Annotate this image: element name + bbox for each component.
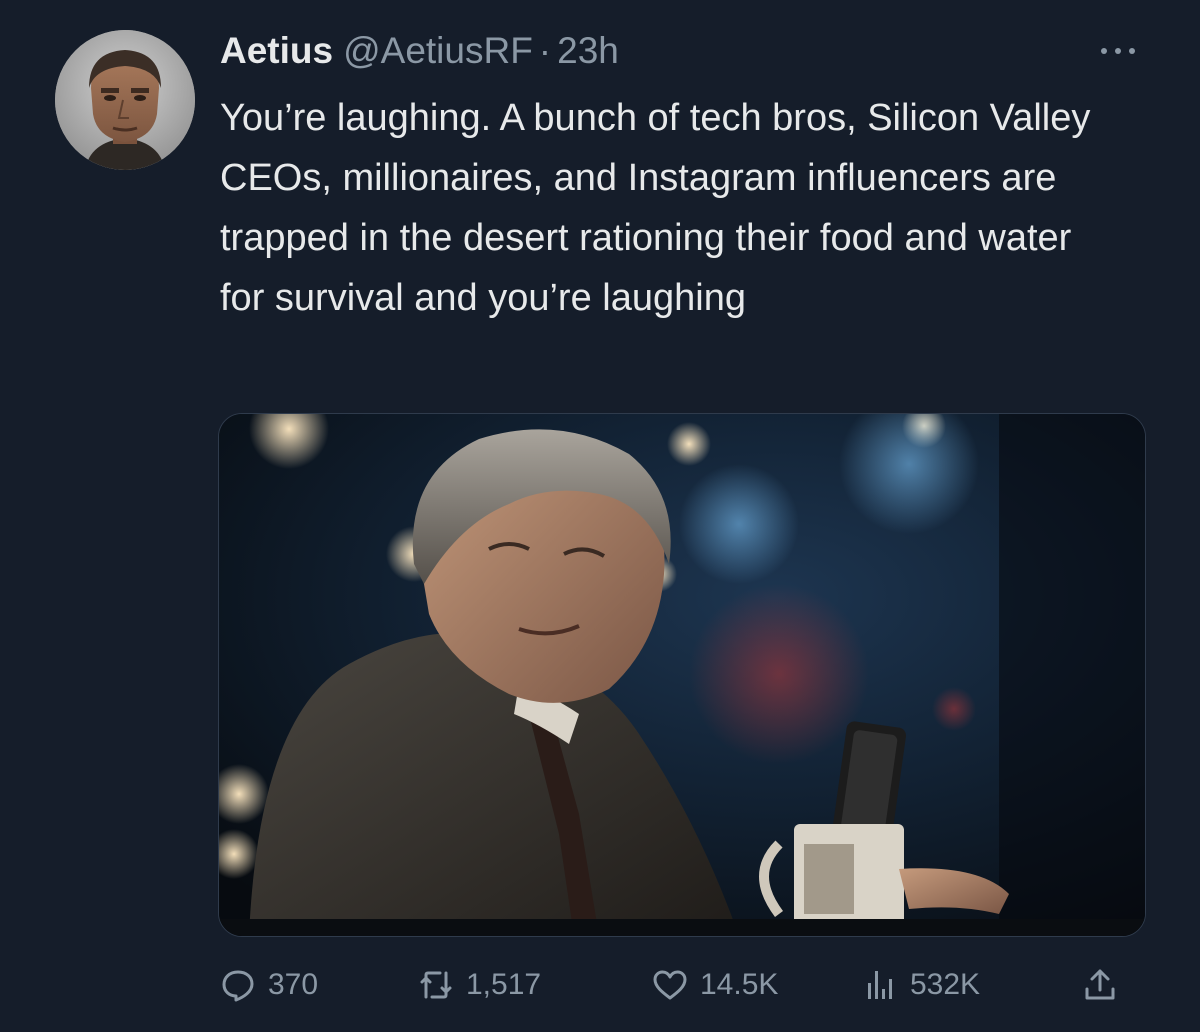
share-button[interactable] <box>1082 960 1118 1010</box>
header-separator: · <box>538 30 552 71</box>
tweet-actions: 370 1,517 14.5K 532K <box>220 960 1140 1010</box>
tweet-card: Aetius @AetiusRF · 23h You’re laughing. … <box>0 0 1200 1032</box>
view-count: 532K <box>910 968 981 1001</box>
share-icon <box>1085 969 1115 1000</box>
analytics-icon <box>868 971 892 999</box>
reply-button[interactable]: 370 <box>220 960 318 1010</box>
display-name[interactable]: Aetius <box>220 30 333 72</box>
retweet-button[interactable]: 1,517 <box>418 960 541 1010</box>
heart-icon <box>653 970 687 1000</box>
tweet-text: You’re laughing. A bunch of tech bros, S… <box>220 97 1091 319</box>
reply-count: 370 <box>268 968 319 1001</box>
reply-icon <box>222 970 254 1002</box>
media-photo <box>219 414 1145 936</box>
retweet-icon <box>420 971 452 999</box>
like-button[interactable]: 14.5K <box>652 960 778 1010</box>
tweet-timestamp[interactable]: 23h <box>557 30 619 72</box>
avatar-portrait-icon <box>55 30 195 170</box>
more-horizontal-icon <box>1101 48 1135 54</box>
tweet-header: Aetius @AetiusRF · 23h <box>220 30 619 78</box>
like-count: 14.5K <box>700 968 779 1001</box>
user-handle[interactable]: @AetiusRF <box>343 30 533 72</box>
views-button[interactable]: 532K <box>862 960 980 1010</box>
tweet-media-image[interactable] <box>218 413 1146 937</box>
avatar[interactable] <box>55 30 195 170</box>
retweet-count: 1,517 <box>466 968 542 1001</box>
more-options-button[interactable] <box>1094 36 1142 66</box>
